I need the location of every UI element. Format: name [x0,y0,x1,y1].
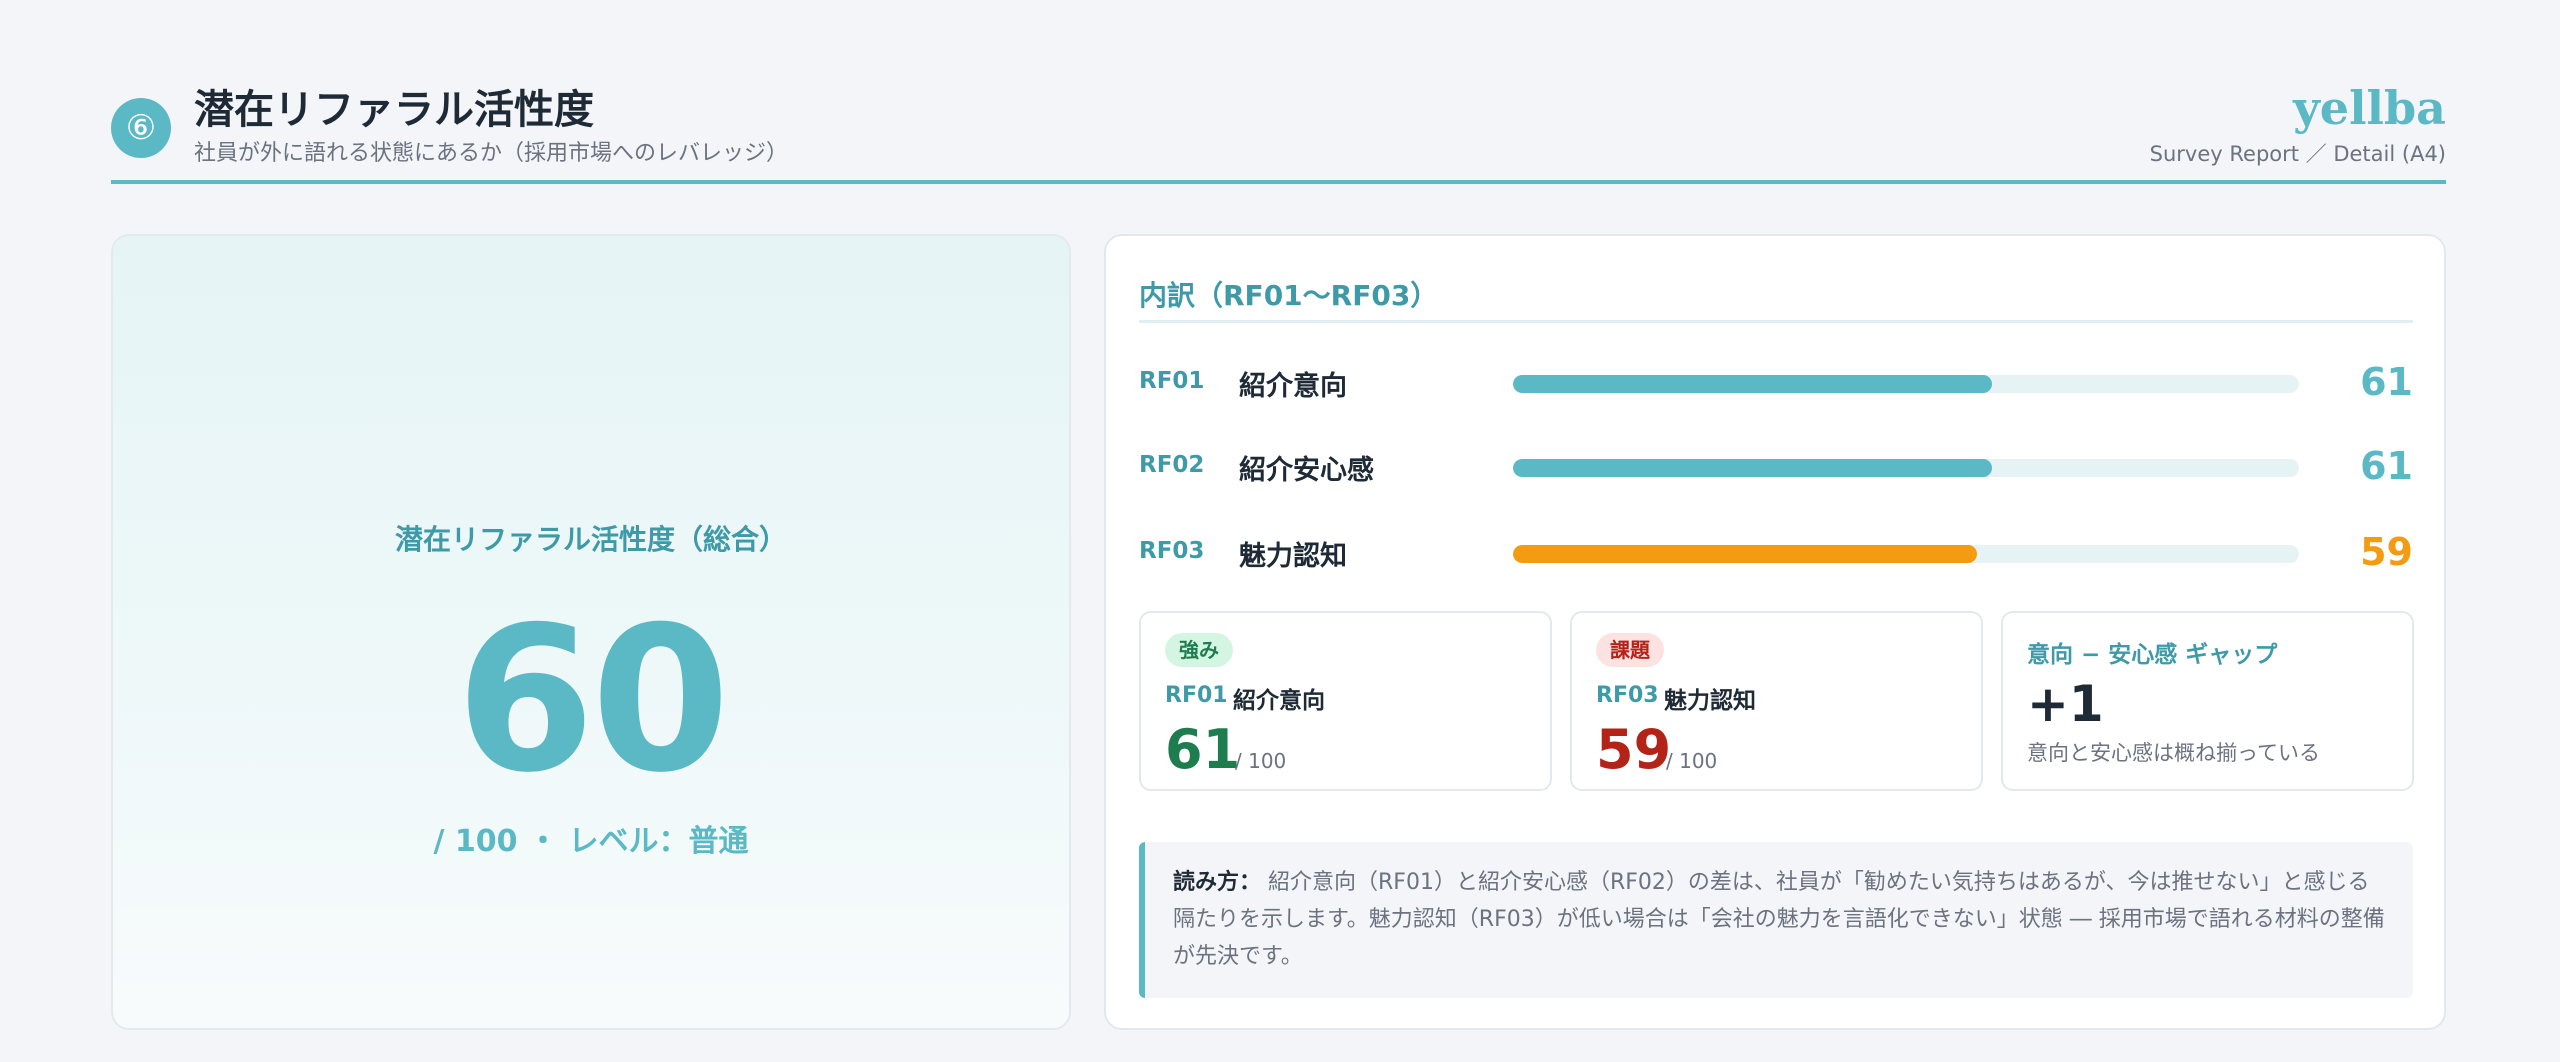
overall-score-label: 潜在リファラル活性度（総合） [394,523,787,556]
issue-chip: 課題 [1596,633,1664,667]
row-code: RF02 [1139,452,1205,478]
breakdown-card: 内訳（RF01〜RF03） RF01 紹介意向 61 RF02 紹介安心感 61… [1104,234,2446,1030]
section-number-badge: ⑥ [111,98,171,158]
issue-code: RF03 [1596,683,1659,708]
gap-value: +1 [2027,675,2104,733]
score-bar-fill [1513,375,1993,393]
reading-guide: 読み方： 紹介意向（RF01）と紹介安心感（RF02）の差は、社員が「勧めたい気… [1139,842,2413,998]
breakdown-row-rf02: RF02 紹介安心感 61 [1139,444,2413,490]
strength-score: 61 [1165,718,1241,781]
page-title: 潜在リファラル活性度 [194,87,594,133]
gap-title: 意向 − 安心感 ギャップ [2027,642,2278,668]
header-divider [111,180,2446,184]
strength-max: / 100 [1235,749,1287,773]
score-bar-track [1513,545,2299,563]
page-header: ⑥ 潜在リファラル活性度 社員が外に語れる状態にあるか（採用市場へのレバレッジ）… [111,81,2446,184]
row-code: RF01 [1139,368,1205,394]
strength-code: RF01 [1165,683,1228,708]
issue-card: 課題 RF03 魅力認知 59 / 100 [1570,611,1983,791]
strength-chip: 強み [1165,633,1233,667]
overall-level-text: / 100 ・ レベル：普通 [433,824,749,859]
breakdown-row-rf03: RF03 魅力認知 59 [1139,530,2413,576]
page-subtitle: 社員が外に語れる状態にあるか（採用市場へのレバレッジ） [194,141,789,166]
issue-score: 59 [1596,718,1672,781]
reading-guide-text: 紹介意向（RF01）と紹介安心感（RF02）の差は、社員が「勧めたい気持ちはある… [1173,870,2385,969]
overall-score-value: 60 [455,584,730,817]
overall-score-card: 潜在リファラル活性度（総合） 60 / 100 ・ レベル：普通 [111,234,1071,1030]
gap-card: 意向 − 安心感 ギャップ +1 意向と安心感は概ね揃っている [2001,611,2414,791]
score-bar-track [1513,375,2299,393]
row-score: 59 [2360,530,2413,574]
strength-name: 紹介意向 [1233,688,1325,714]
row-code: RF03 [1139,538,1205,564]
reading-guide-label: 読み方： [1173,870,1262,895]
brand-subtitle: Survey Report ／ Detail (A4) [2149,142,2446,166]
breakdown-row-rf01: RF01 紹介意向 61 [1139,360,2413,406]
row-score: 61 [2360,444,2413,488]
breakdown-divider [1139,320,2413,323]
score-bar-fill [1513,459,1993,477]
issue-name: 魅力認知 [1664,688,1756,714]
row-name: 紹介意向 [1239,371,1347,402]
report-page: ⑥ 潜在リファラル活性度 社員が外に語れる状態にあるか（採用市場へのレバレッジ）… [111,0,2446,1062]
brand-logo: yellba [2293,81,2446,135]
row-score: 61 [2360,360,2413,404]
gap-note: 意向と安心感は概ね揃っている [2027,741,2320,765]
score-bar-track [1513,459,2299,477]
breakdown-title: 内訳（RF01〜RF03） [1139,279,1439,312]
row-name: 紹介安心感 [1239,455,1374,486]
strength-card: 強み RF01 紹介意向 61 / 100 [1139,611,1552,791]
row-name: 魅力認知 [1239,541,1347,572]
score-bar-fill [1513,545,1977,563]
issue-max: / 100 [1666,749,1718,773]
